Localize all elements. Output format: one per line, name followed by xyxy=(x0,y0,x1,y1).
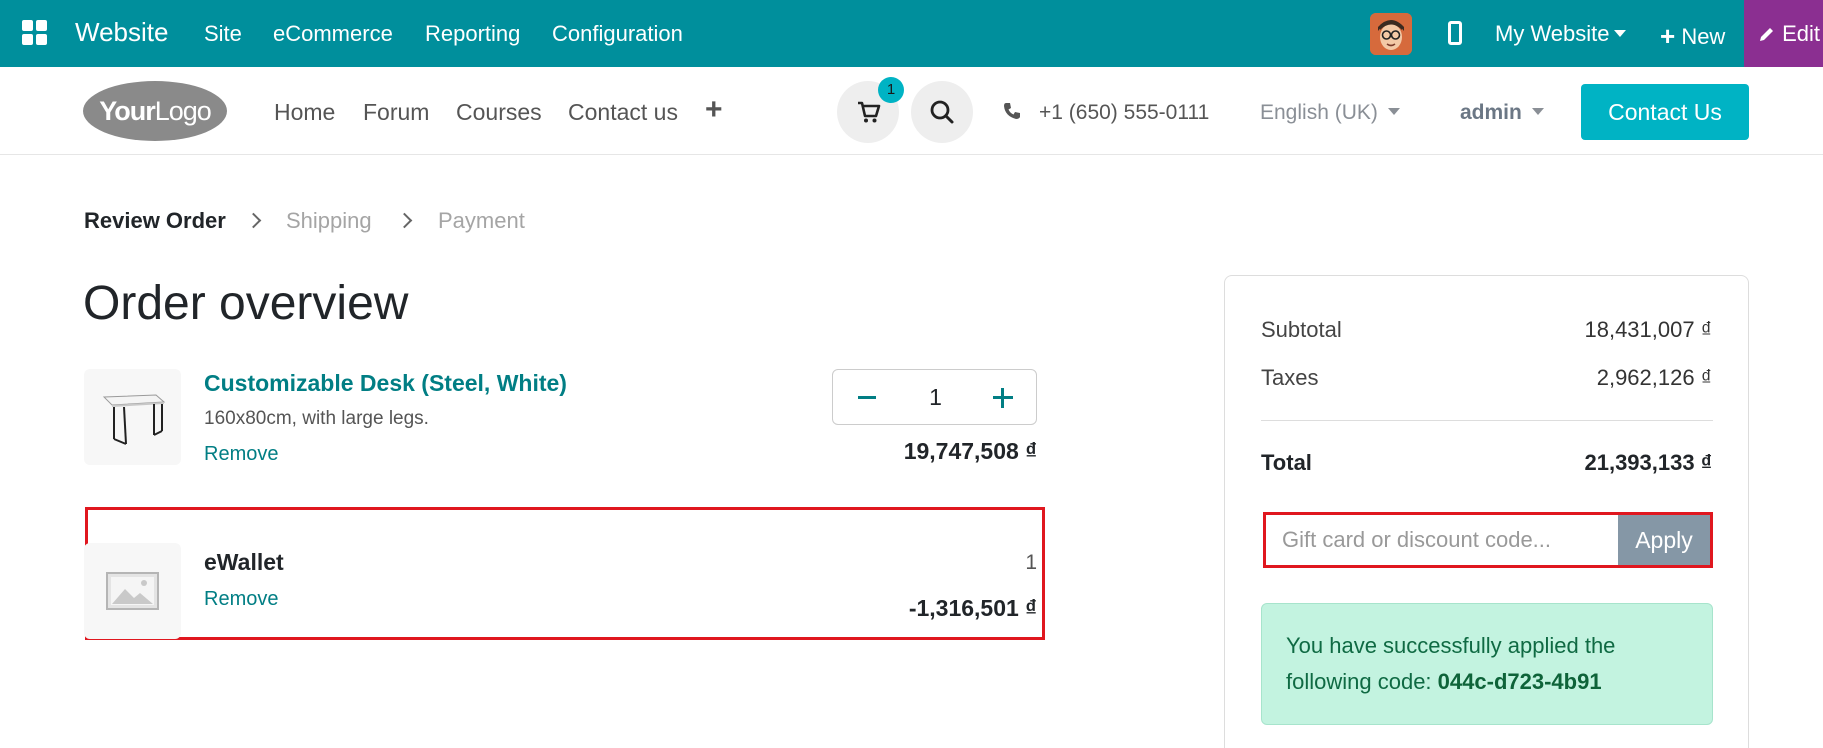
site-logo[interactable]: YourLogo xyxy=(83,81,227,141)
product-image[interactable] xyxy=(84,369,181,465)
new-button[interactable]: + New xyxy=(1660,21,1725,52)
taxes-label: Taxes xyxy=(1261,365,1319,390)
divider xyxy=(1261,420,1713,421)
product-description: 160x80cm, with large legs. xyxy=(204,408,429,429)
cart-count-badge: 1 xyxy=(878,77,904,103)
user-avatar[interactable] xyxy=(1370,13,1412,55)
step-shipping: Shipping xyxy=(286,208,372,233)
success-alert: You have successfully applied the follow… xyxy=(1261,603,1713,725)
app-title[interactable]: Website xyxy=(75,17,168,48)
image-placeholder-icon xyxy=(106,572,159,610)
product-image-placeholder[interactable] xyxy=(84,543,181,639)
nav-contact-us[interactable]: Contact us xyxy=(568,99,678,126)
step-payment: Payment xyxy=(438,208,525,233)
phone-number[interactable]: +1 (650) 555-0111 xyxy=(1039,101,1209,125)
website-header: YourLogo Home Forum Courses Contact us +… xyxy=(0,67,1823,155)
promo-code-input[interactable] xyxy=(1266,515,1618,565)
order-summary-card: Subtotal 18,431,007 ₫ Taxes 2,962,126 ₫ … xyxy=(1224,275,1749,748)
applied-code: 044c-d723-4b91 xyxy=(1437,669,1602,694)
chevron-down-icon xyxy=(1613,30,1626,37)
website-selector[interactable]: My Website xyxy=(1495,21,1626,47)
apply-button[interactable]: Apply xyxy=(1618,515,1710,565)
chevron-right-icon xyxy=(396,212,413,229)
user-menu[interactable]: admin xyxy=(1460,101,1544,125)
line-price: 19,747,508 ₫ xyxy=(903,438,1037,464)
nav-home[interactable]: Home xyxy=(274,99,335,126)
product-name[interactable]: eWallet xyxy=(204,549,284,576)
pencil-icon xyxy=(1760,28,1773,41)
add-menu-item-icon[interactable]: + xyxy=(705,93,723,127)
plus-icon: + xyxy=(1660,21,1676,51)
menu-ecommerce[interactable]: eCommerce xyxy=(273,21,393,47)
admin-navbar: Website Site eCommerce Reporting Configu… xyxy=(0,0,1823,67)
mobile-preview-icon[interactable] xyxy=(1448,21,1462,45)
product-name-link[interactable]: Customizable Desk (Steel, White) xyxy=(204,370,567,397)
page-title: Order overview xyxy=(83,277,409,330)
total-value: 21,393,133 ₫ xyxy=(1584,450,1712,475)
chevron-down-icon xyxy=(1531,108,1544,115)
desk-image xyxy=(102,394,166,445)
quantity-value: 1 xyxy=(1025,551,1037,574)
step-review-order[interactable]: Review Order xyxy=(84,208,226,234)
language-selector[interactable]: English (UK) xyxy=(1260,101,1400,125)
search-icon xyxy=(930,100,954,124)
line-price: -1,316,501 ₫ xyxy=(908,595,1037,621)
edit-button[interactable]: Edit xyxy=(1744,0,1823,67)
quantity-stepper: 1 xyxy=(832,369,1037,425)
nav-forum[interactable]: Forum xyxy=(363,99,429,126)
remove-link[interactable]: Remove xyxy=(204,443,278,466)
search-button[interactable] xyxy=(911,81,973,143)
plus-icon-vertical[interactable] xyxy=(1001,388,1004,408)
chevron-right-icon xyxy=(245,212,262,229)
contact-us-button[interactable]: Contact Us xyxy=(1581,84,1749,140)
subtotal-value: 18,431,007 ₫ xyxy=(1584,317,1712,342)
promo-code-form: Apply xyxy=(1263,512,1713,568)
apps-grid-icon[interactable] xyxy=(22,20,48,46)
chevron-down-icon xyxy=(1387,108,1400,115)
phone-icon xyxy=(1004,103,1020,119)
menu-site[interactable]: Site xyxy=(204,21,242,47)
nav-courses[interactable]: Courses xyxy=(456,99,542,126)
menu-configuration[interactable]: Configuration xyxy=(552,21,683,47)
taxes-value: 2,962,126 ₫ xyxy=(1596,365,1712,390)
menu-reporting[interactable]: Reporting xyxy=(425,21,520,47)
subtotal-label: Subtotal xyxy=(1261,317,1342,342)
total-label: Total xyxy=(1261,450,1312,475)
remove-link[interactable]: Remove xyxy=(204,588,278,611)
